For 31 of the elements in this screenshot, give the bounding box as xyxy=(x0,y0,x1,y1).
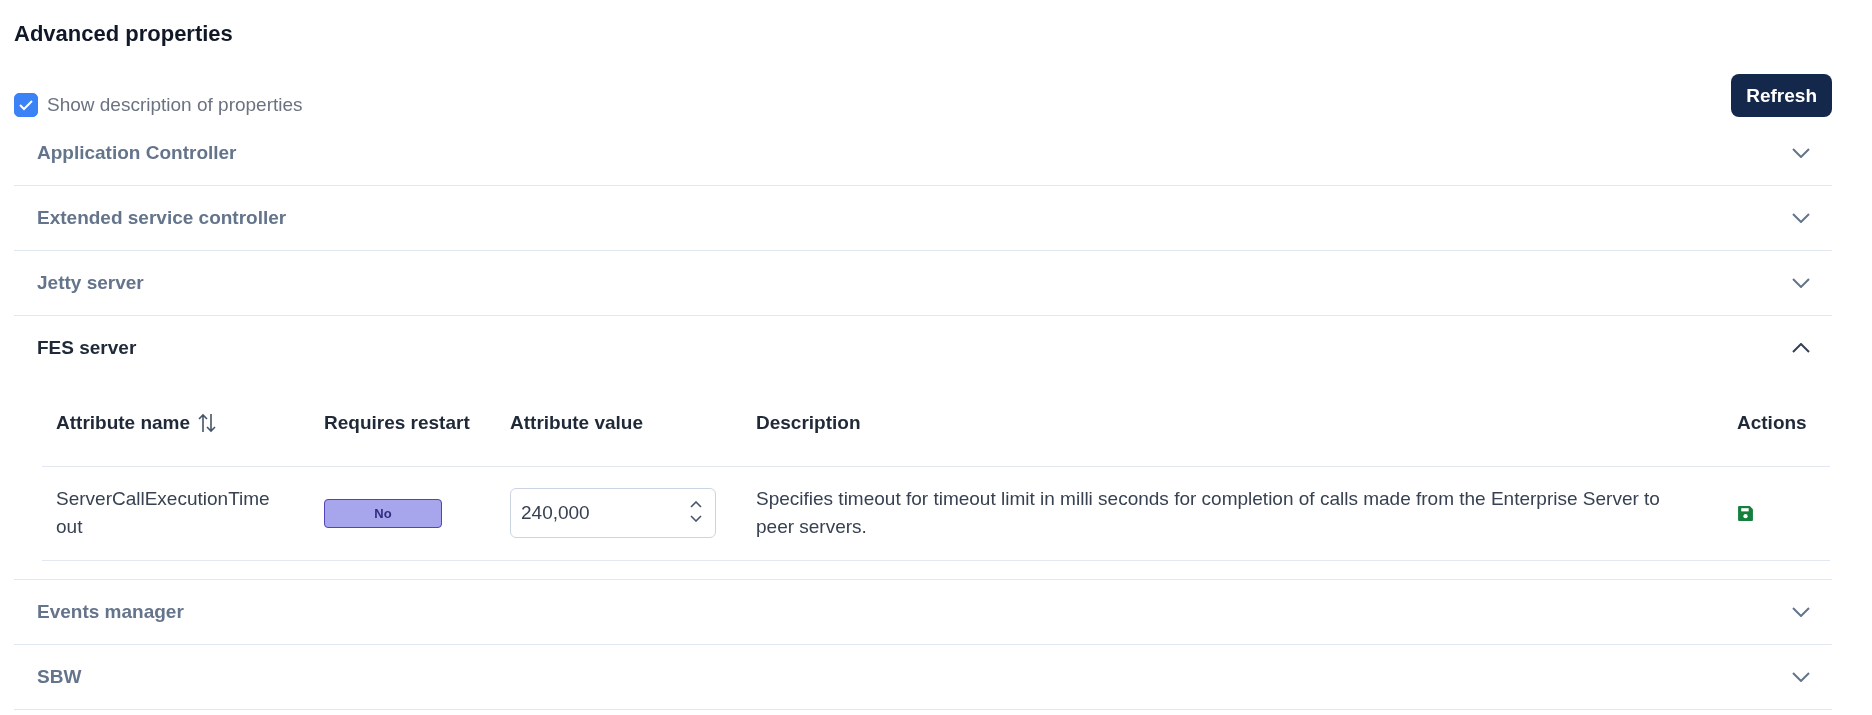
increment-icon[interactable] xyxy=(690,501,702,508)
chevron-down-icon xyxy=(1792,148,1810,158)
accordion-header[interactable]: SBW xyxy=(14,644,1832,709)
accordion-header[interactable]: Events manager xyxy=(14,579,1832,644)
chevron-down-icon xyxy=(1792,671,1810,682)
chevron-down-icon xyxy=(1792,606,1810,617)
accordion-header[interactable]: Extended service controller xyxy=(14,186,1832,250)
chevron-down-icon xyxy=(1792,278,1810,288)
description-text: Specifies timeout for timeout limit in milli seconds for completion of calls made from the Enterprise Server to peer servers. xyxy=(756,487,1660,537)
column-header: Description xyxy=(742,380,1723,466)
checkmark-icon xyxy=(18,99,34,111)
checkbox-label: Show description of properties xyxy=(47,94,303,116)
column-header[interactable]: Attribute name xyxy=(42,380,310,466)
restart-badge: No xyxy=(324,498,442,528)
chevron-up-icon xyxy=(1792,343,1810,353)
page-title: Advanced properties xyxy=(14,20,233,48)
accordion-header[interactable]: FES server xyxy=(14,316,1832,380)
attribute-name: ServerCallExecutionTimeout xyxy=(56,486,271,539)
decrement-icon[interactable] xyxy=(690,515,702,522)
accordion-header[interactable]: Application Controller xyxy=(14,121,1832,185)
save-button[interactable] xyxy=(1737,504,1754,522)
checkbox[interactable] xyxy=(14,93,38,117)
column-header: Actions xyxy=(1723,380,1830,466)
column-header: Attribute value xyxy=(496,380,742,466)
sort-icon[interactable] xyxy=(198,412,217,433)
number-input-field[interactable]: 240,000 xyxy=(510,488,716,538)
column-header: Requires restart xyxy=(310,380,496,466)
accordion-header[interactable]: Jetty server xyxy=(14,251,1832,315)
save-icon xyxy=(1737,504,1754,522)
refresh-button[interactable]: Refresh xyxy=(1731,74,1832,117)
chevron-down-icon xyxy=(1792,213,1810,223)
